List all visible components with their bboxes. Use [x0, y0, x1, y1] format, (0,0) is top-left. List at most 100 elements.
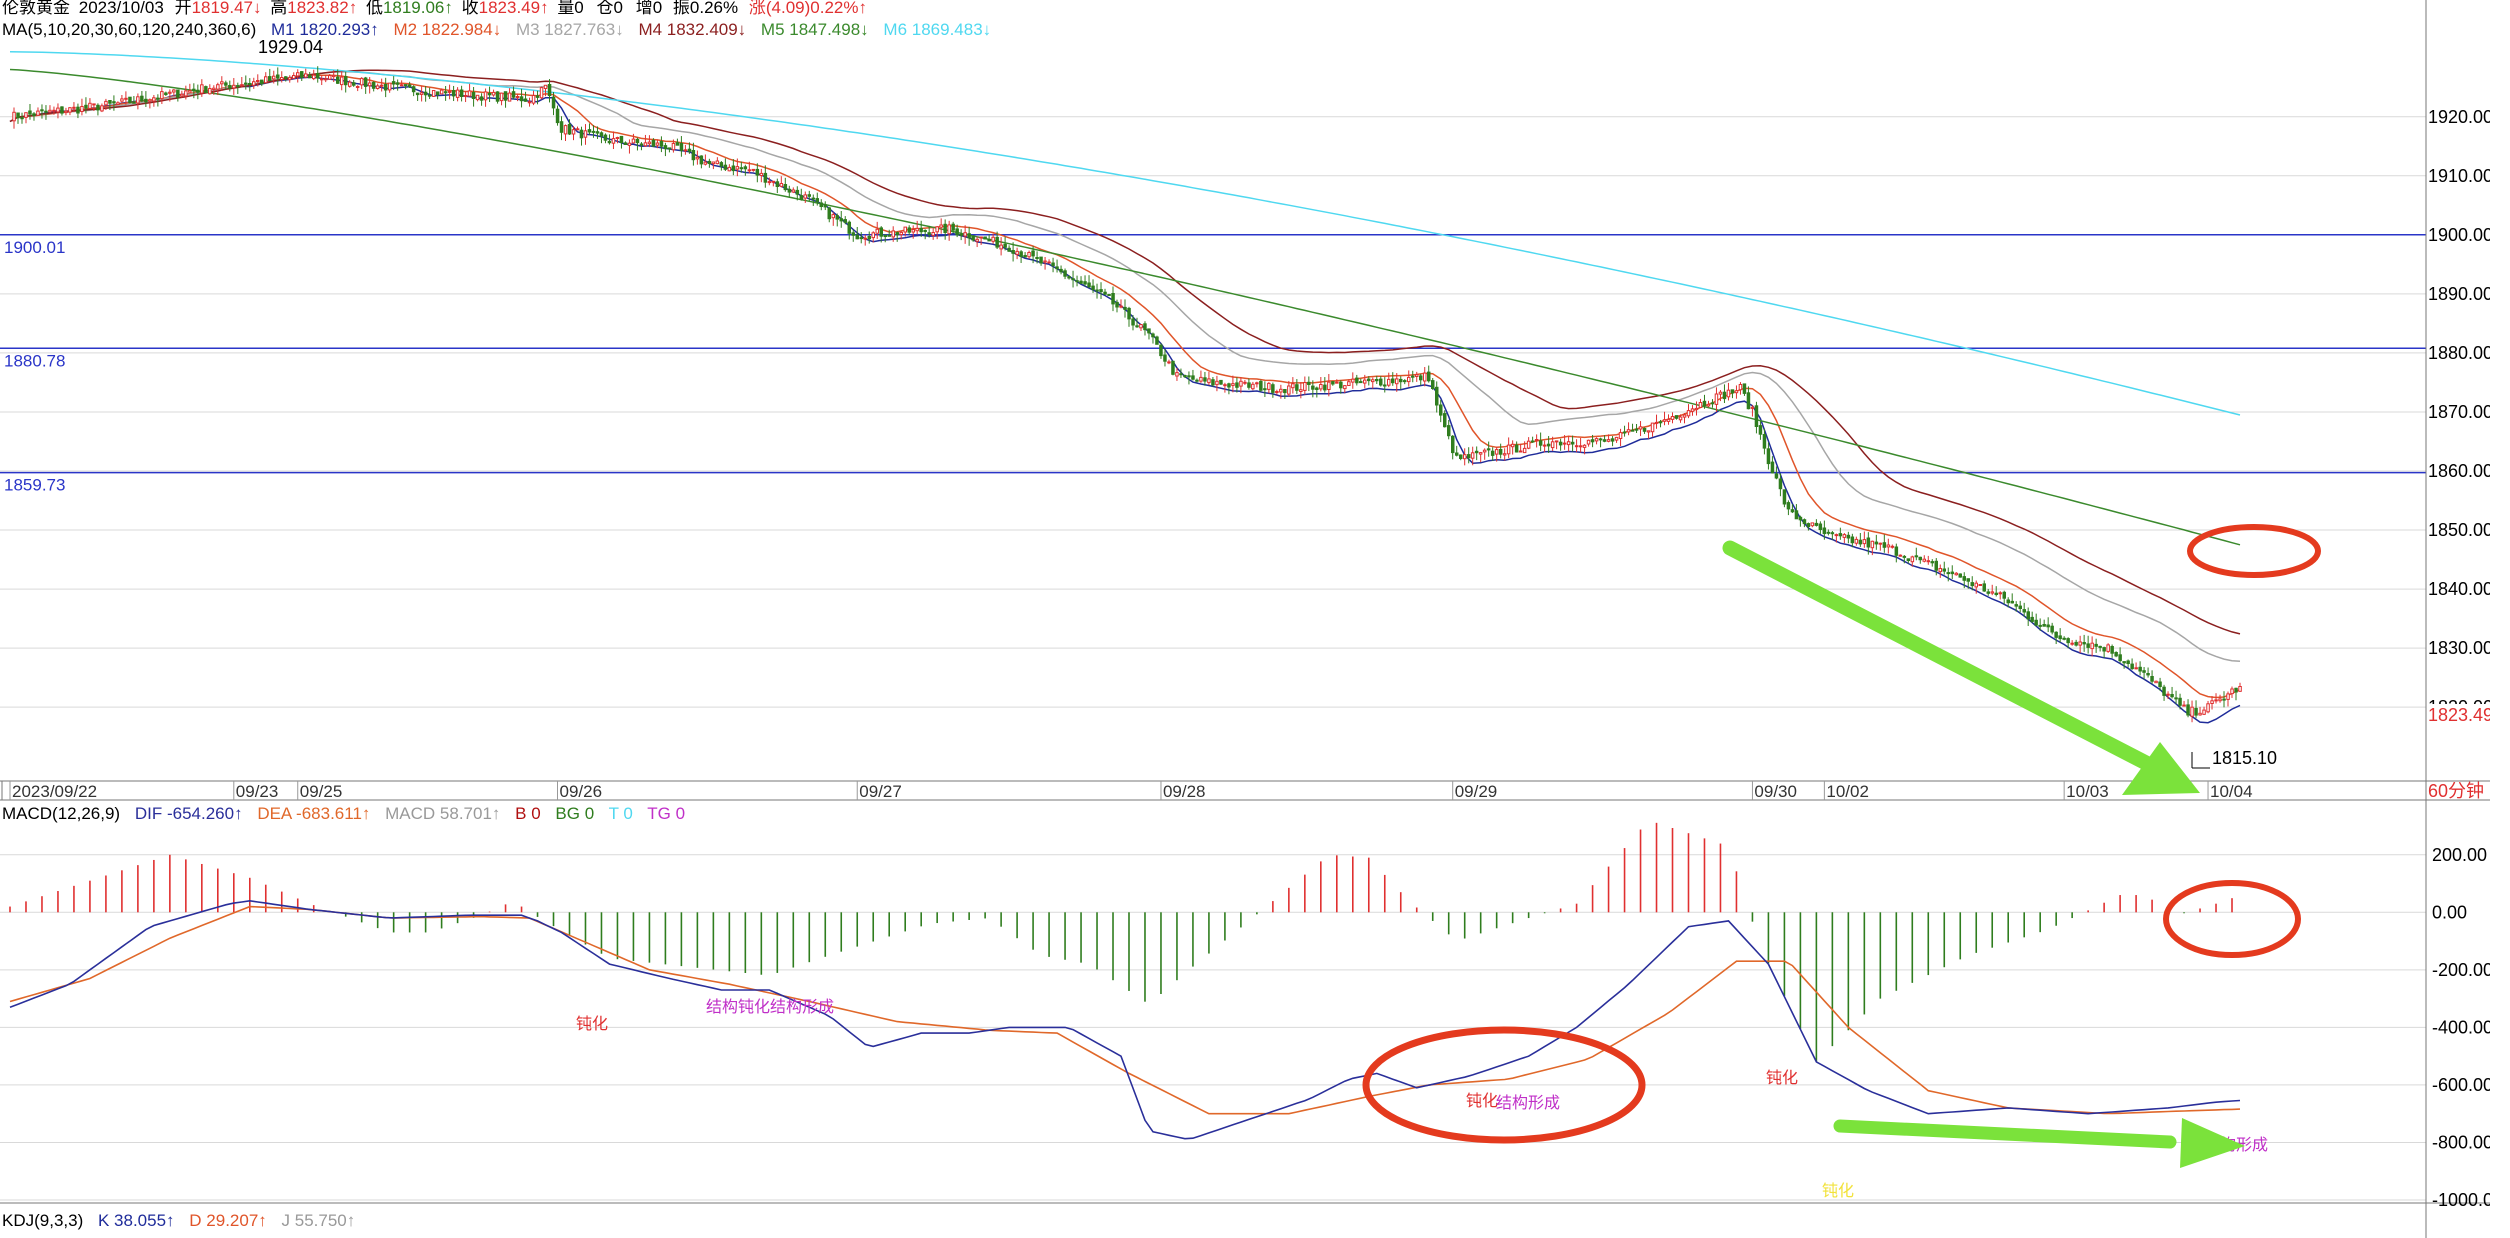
- candle-body: [427, 94, 432, 97]
- gold-60min-chart[interactable]: 1900.011880.781859.73 1820.001830.001840…: [0, 0, 2490, 1238]
- candle-body: [975, 238, 979, 242]
- candle-body: [891, 230, 895, 238]
- candle-body: [2178, 697, 2182, 706]
- faint-label: 钝化: [1822, 1182, 1854, 1200]
- candle-body: [619, 135, 624, 143]
- candle-body: [2226, 693, 2230, 700]
- candle-body: [164, 92, 168, 95]
- candle-body: [256, 80, 260, 82]
- candle-body: [224, 82, 228, 86]
- candle-body: [1478, 452, 1483, 455]
- candle-body: [2174, 697, 2178, 700]
- candle-body: [679, 143, 684, 151]
- candle-body: [443, 91, 448, 94]
- candle-body: [320, 78, 324, 81]
- candle-body: [1183, 375, 1187, 378]
- candle-body: [1702, 400, 1707, 406]
- candle-body: [2050, 625, 2054, 633]
- candle-body: [755, 168, 760, 176]
- annotation-red-circle-ma: [2187, 524, 2321, 578]
- candle-body: [1095, 289, 1099, 292]
- candle-body: [1467, 454, 1471, 459]
- candle-body: [927, 232, 931, 235]
- candle-body: [1794, 510, 1799, 520]
- candle-body: [1670, 416, 1675, 420]
- candle-body: [12, 111, 16, 122]
- candle-body: [1874, 541, 1879, 545]
- candle-body: [1522, 447, 1527, 454]
- candle-body: [631, 138, 636, 144]
- candle-body: [1970, 582, 1974, 587]
- candle-body: [1319, 384, 1323, 390]
- candle-body: [1674, 415, 1679, 419]
- candle-body: [1950, 571, 1954, 575]
- candle-body: [208, 88, 212, 95]
- candle-body: [603, 134, 608, 141]
- candle-body: [763, 172, 768, 183]
- candle-body: [1958, 573, 1962, 578]
- candle-body: [1411, 375, 1415, 378]
- date-label: 09/23: [236, 782, 279, 801]
- candle-body: [176, 89, 180, 98]
- candle-body: [831, 214, 835, 219]
- candle-body: [1994, 592, 1998, 596]
- candle-body: [1331, 381, 1335, 385]
- candle-body: [2198, 712, 2202, 716]
- candle-body: [379, 84, 384, 87]
- macd-gridlines: [0, 854, 2426, 1201]
- candle-body: [1850, 536, 1855, 544]
- current-price-label: 1823.49: [2428, 705, 2490, 725]
- candle-body: [192, 88, 196, 92]
- candle-body: [963, 232, 967, 237]
- candle-body: [783, 184, 788, 191]
- candle-body: [791, 189, 796, 193]
- candle-body: [1399, 378, 1403, 383]
- candle-body: [2182, 704, 2186, 707]
- ma-line-m4: [9, 69, 2241, 635]
- candle-body: [1666, 418, 1671, 422]
- macd-legend: MACD(12,26,9) DIF -654.260↑ DEA -683.611…: [2, 804, 685, 823]
- date-label: 09/30: [1754, 782, 1797, 801]
- candle-body: [1063, 270, 1067, 277]
- macd-tick-label: -200.00: [2432, 960, 2490, 980]
- candle-body: [1738, 384, 1743, 391]
- candle-body: [76, 106, 80, 114]
- candle-body: [216, 84, 220, 90]
- candle-body: [623, 142, 628, 145]
- right-side-panel[interactable]: [2490, 0, 2510, 1238]
- candle-body: [1658, 421, 1663, 424]
- candle-body: [1055, 266, 1059, 270]
- candle-body: [1610, 438, 1615, 442]
- price-axis: 1820.001830.001840.001850.001860.001870.…: [2428, 107, 2490, 717]
- candle-body: [1882, 542, 1887, 548]
- candle-body: [731, 165, 736, 172]
- candle-body: [483, 91, 488, 101]
- candle-body: [1942, 568, 1946, 572]
- candle-body: [1550, 441, 1555, 449]
- candle-body: [1415, 374, 1419, 377]
- candle-body: [575, 128, 580, 131]
- price-tick-label: 1850.00: [2428, 520, 2490, 540]
- panel-borders: [0, 0, 2490, 1238]
- candle-body: [919, 227, 923, 233]
- candle-body: [915, 227, 919, 232]
- reference-line-label: 1859.73: [4, 476, 65, 495]
- candle-body: [100, 105, 104, 112]
- candle-body: [1482, 449, 1487, 453]
- candle-body: [1315, 387, 1319, 390]
- candle-body: [1311, 385, 1315, 390]
- candle-body: [1083, 281, 1087, 285]
- candle-body: [847, 221, 851, 234]
- candle-body: [1934, 560, 1938, 571]
- candle-body: [611, 138, 616, 144]
- candle-body: [1155, 336, 1159, 345]
- date-label: 09/28: [1163, 782, 1206, 801]
- price-tick-label: 1860.00: [2428, 461, 2490, 481]
- candle-body: [2218, 698, 2222, 702]
- svg-text:1815.10: 1815.10: [2212, 748, 2277, 768]
- candle-body: [1898, 554, 1903, 557]
- candle-body: [1363, 379, 1367, 384]
- candle-body: [128, 96, 132, 104]
- candle-body: [1470, 452, 1475, 459]
- candle-body: [735, 166, 740, 170]
